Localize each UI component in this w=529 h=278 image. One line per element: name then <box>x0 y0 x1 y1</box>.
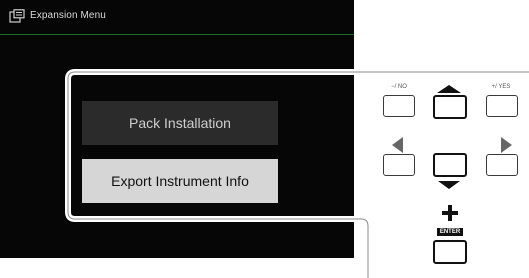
no-button[interactable] <box>383 95 415 117</box>
left-button[interactable] <box>383 154 415 176</box>
callout-outline <box>65 69 529 278</box>
right-button[interactable] <box>486 154 518 176</box>
arrow-down-icon <box>438 181 460 189</box>
enter-button[interactable] <box>433 240 467 264</box>
no-label: −/ NO <box>391 84 407 90</box>
yes-label: +/ YES <box>491 84 511 90</box>
up-button[interactable] <box>433 95 467 119</box>
arrow-right-icon <box>501 137 512 153</box>
yes-button[interactable] <box>486 95 518 117</box>
plus-icon <box>442 205 458 221</box>
arrow-left-icon <box>392 137 403 153</box>
arrow-up-icon <box>437 85 461 93</box>
down-button[interactable] <box>433 153 467 177</box>
enter-label: ENTER <box>437 228 463 236</box>
